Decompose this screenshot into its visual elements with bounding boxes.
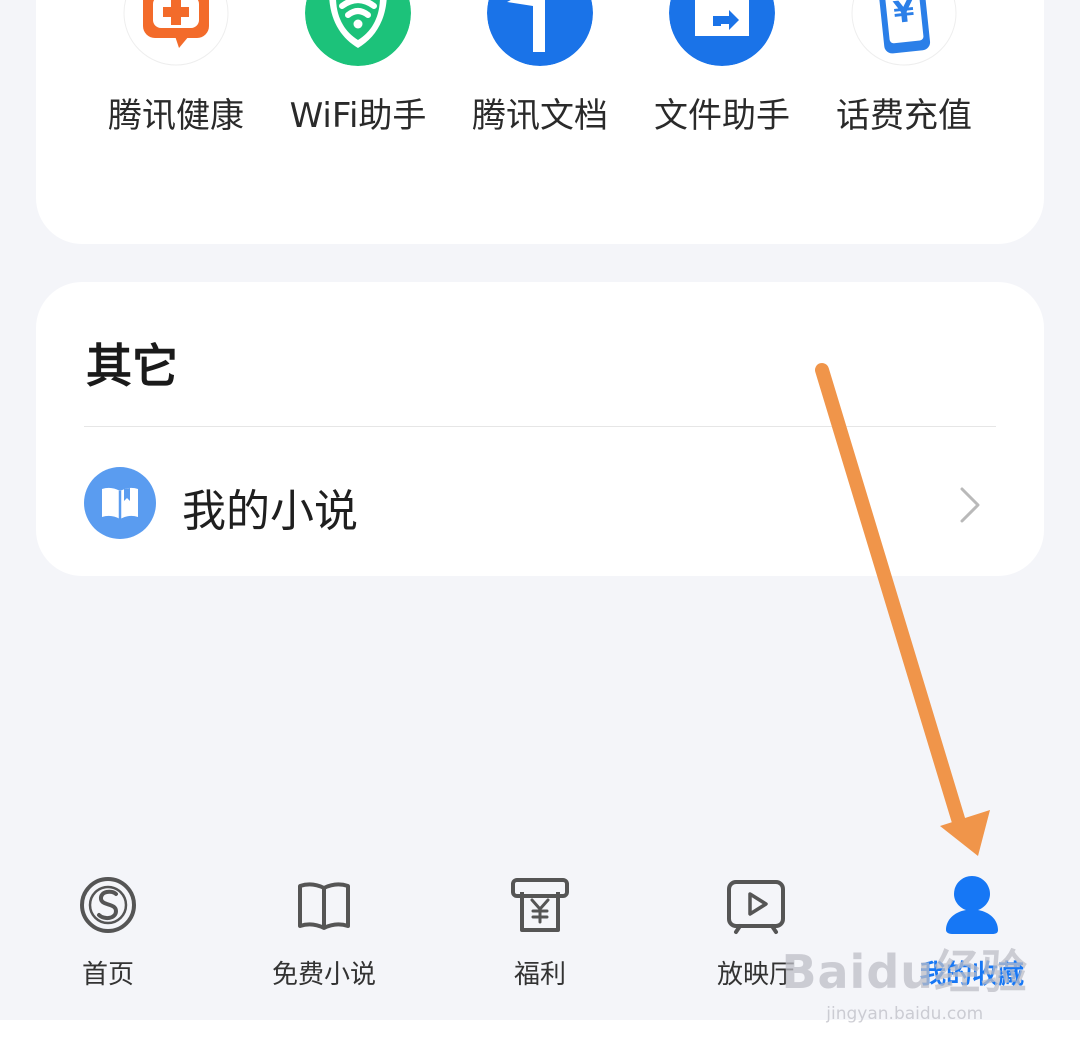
wifi-shield-icon: [305, 0, 411, 66]
book-icon: [84, 467, 156, 539]
sogou-logo-icon: [80, 877, 136, 933]
app-phone-recharge[interactable]: ¥ 话费充值: [814, 0, 994, 180]
tab-label: 免费小说: [271, 960, 376, 990]
phone-yuan-icon: ¥: [851, 0, 957, 66]
svg-text:¥: ¥: [892, 0, 917, 31]
app-file-assistant[interactable]: 文件助手: [632, 0, 812, 180]
tab-label: 放映厅: [716, 960, 795, 990]
app-label: 腾讯文档: [472, 96, 608, 136]
tab-label: 福利: [513, 960, 566, 990]
section-title: 其它: [86, 339, 178, 393]
health-cross-icon: [123, 0, 229, 66]
bottom-tab-bar: 首页 免费小说 福利 放映厅 我的收藏: [0, 850, 1080, 1020]
docs-arrow-icon: [487, 0, 593, 66]
bottom-safe-area: [0, 1020, 1080, 1053]
tab-cinema[interactable]: 放映厅: [648, 850, 864, 1020]
app-wifi-assistant[interactable]: WiFi助手: [268, 0, 448, 180]
tab-label: 首页: [81, 960, 134, 990]
tab-label: 我的收藏: [919, 960, 1024, 990]
list-item-label: 我的小说: [182, 486, 358, 537]
tab-free-novels[interactable]: 免费小说: [216, 850, 432, 1020]
list-item-my-novels[interactable]: 我的小说: [36, 427, 1044, 576]
tab-home[interactable]: 首页: [0, 850, 216, 1020]
app-tencent-health[interactable]: 腾讯健康: [86, 0, 266, 180]
tab-welfare[interactable]: 福利: [432, 850, 648, 1020]
app-label: 文件助手: [654, 96, 790, 136]
yuan-receipt-icon: [511, 878, 569, 932]
app-label: 话费充值: [836, 96, 972, 136]
app-label: 腾讯健康: [108, 96, 244, 136]
tab-my-favorites[interactable]: 我的收藏: [864, 850, 1080, 1020]
chevron-right-icon: [960, 487, 980, 523]
app-tencent-docs[interactable]: 腾讯文档: [450, 0, 630, 180]
folder-share-icon: [669, 0, 775, 66]
open-book-icon: [298, 882, 350, 930]
other-section-card: 其它 我的小说: [36, 282, 1044, 576]
user-avatar-icon: [946, 876, 998, 934]
play-tv-icon: [727, 880, 785, 934]
app-label: WiFi助手: [289, 96, 427, 136]
apps-card: 腾讯健康 WiFi助手 腾讯文档 文件助手 ¥ 话费充值: [36, 0, 1044, 244]
